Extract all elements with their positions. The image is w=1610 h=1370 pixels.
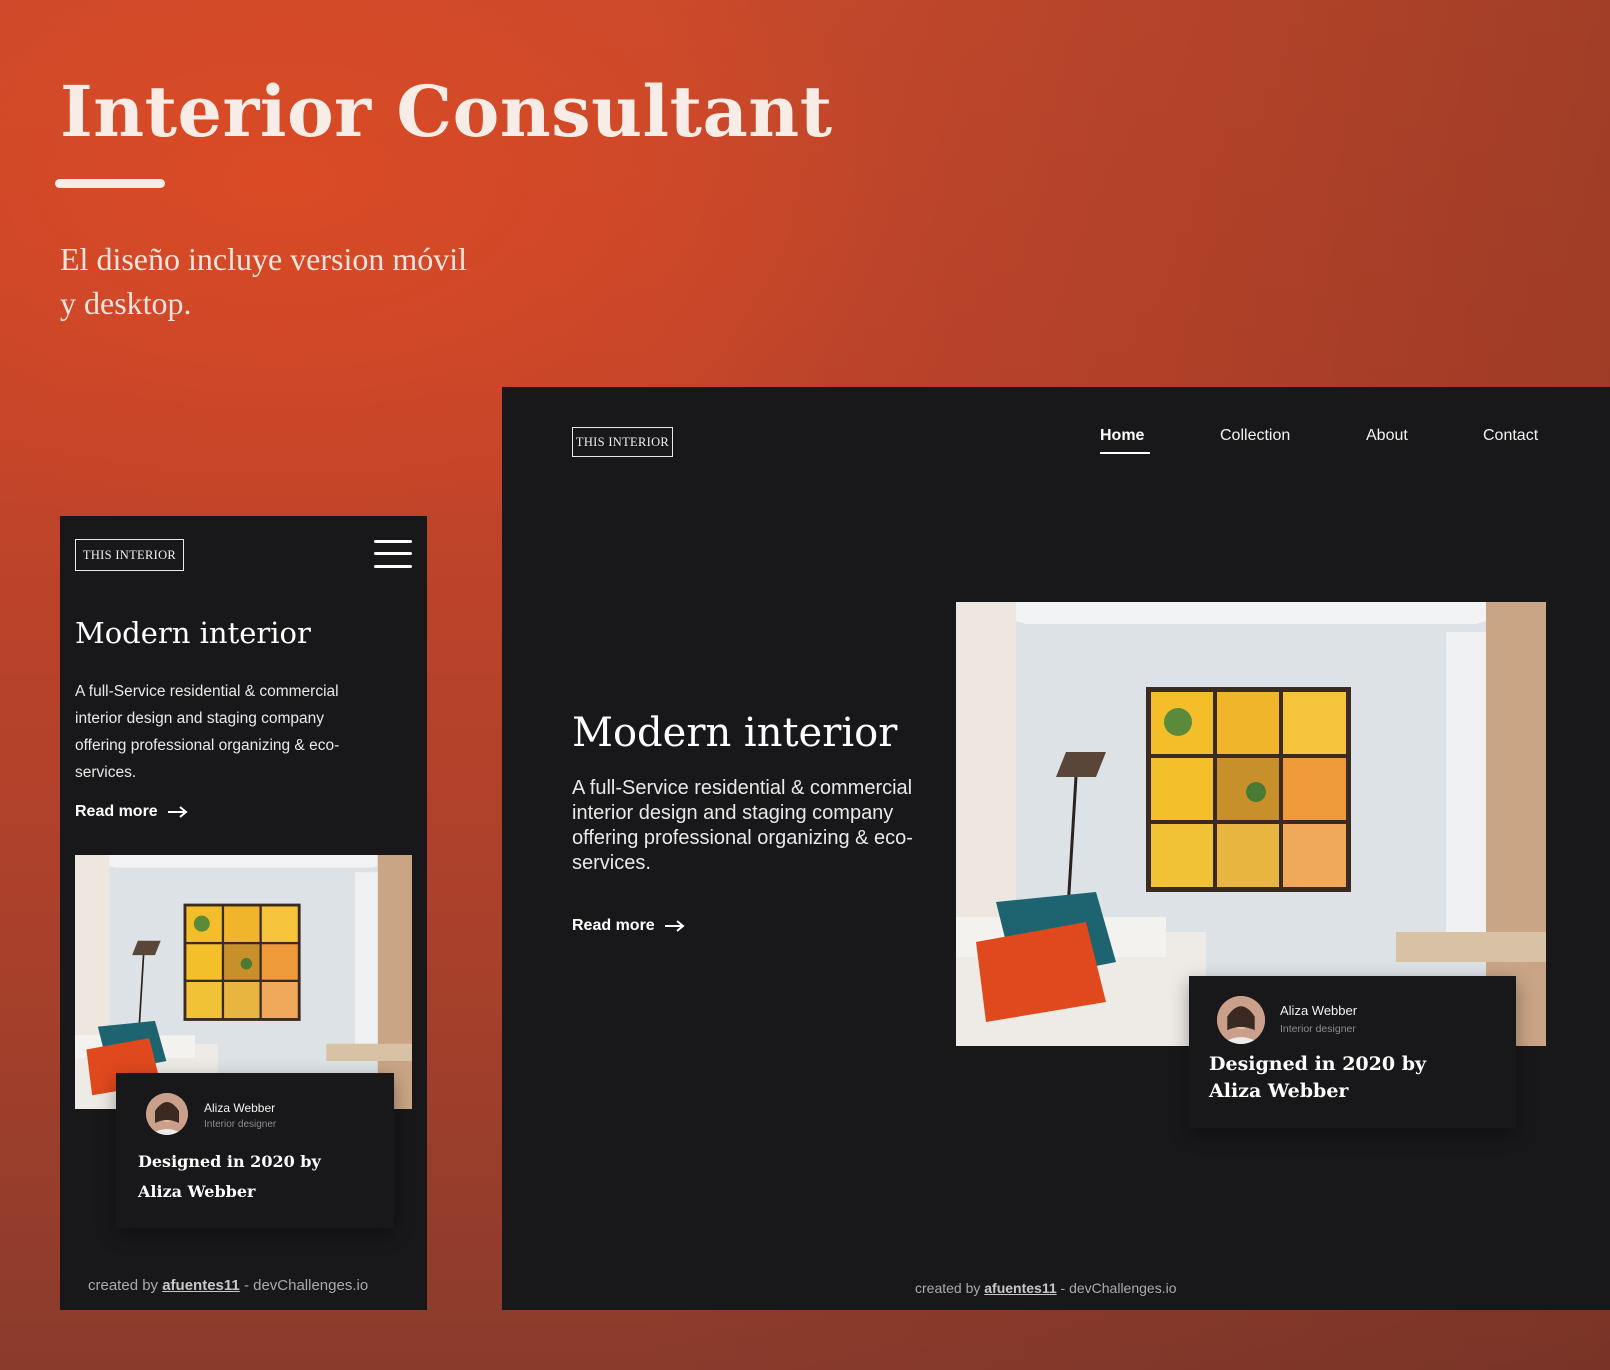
desktop-preview: THIS INTERIOR Home Collection About Cont… [502,387,1610,1310]
title-underline [55,179,165,188]
hero-subtitle: El diseño incluye version móvil y deskto… [60,241,468,321]
card-title-line-2: Aliza Webber [1209,1080,1349,1102]
mobile-room-image [75,855,412,1109]
nav-about[interactable]: About [1366,427,1408,445]
nav-home[interactable]: Home [1100,427,1144,445]
mobile-preview: THIS INTERIOR Modern interior A full-Ser… [60,516,427,1310]
hamburger-icon[interactable] [374,539,412,569]
author-link[interactable]: afuentes11 [162,1277,240,1294]
designer-card-title: Designed in 2020 by Aliza Webber [1209,1051,1426,1105]
read-more-label: Read more [572,917,655,934]
desktop-read-more-link[interactable]: Read more [572,917,685,935]
credit-prefix: created by [915,1280,981,1296]
nav-active-underline [1100,452,1150,454]
card-title-line-1: Designed in 2020 by [1209,1053,1427,1075]
desktop-designer-card: Aliza Webber Interior designer Designed … [1189,976,1516,1128]
mobile-read-more-link[interactable]: Read more [75,803,188,821]
desktop-footer-credit: created by afuentes11 - devChallenges.io [915,1280,1177,1296]
designer-card-title: Designed in 2020 by Aliza Webber [138,1147,321,1207]
designer-name: Aliza Webber [204,1101,276,1115]
desktop-heading: Modern interior [572,710,898,756]
credit-suffix: - devChallenges.io [243,1277,369,1294]
arrow-right-icon [167,805,188,818]
designer-role: Interior designer [204,1119,277,1130]
mobile-heading: Modern interior [75,616,311,650]
mobile-logo[interactable]: THIS INTERIOR [75,539,184,571]
card-title-line-1: Designed in 2020 by [138,1152,321,1171]
nav-collection[interactable]: Collection [1220,427,1290,445]
card-title-line-2: Aliza Webber [138,1182,256,1201]
designer-role: Interior designer [1280,1023,1356,1035]
read-more-label: Read more [75,803,158,820]
author-link[interactable]: afuentes11 [984,1280,1056,1296]
designer-avatar [146,1093,188,1135]
designer-avatar [1217,996,1265,1044]
mobile-footer-credit: created by afuentes11 - devChallenges.io [88,1277,368,1294]
credit-prefix: created by [88,1277,159,1294]
mobile-designer-card: Aliza Webber Interior designer Designed … [116,1073,394,1228]
desktop-logo[interactable]: THIS INTERIOR [572,427,673,457]
credit-suffix: - devChallenges.io [1060,1280,1177,1296]
nav-contact[interactable]: Contact [1483,427,1538,445]
hero-title: Interior Consultant [60,70,833,153]
desktop-paragraph: A full-Service residential & commercial … [572,777,913,874]
mobile-paragraph: A full-Service residential & commercial … [75,683,340,781]
designer-name: Aliza Webber [1280,1003,1358,1018]
arrow-right-icon [664,919,685,932]
